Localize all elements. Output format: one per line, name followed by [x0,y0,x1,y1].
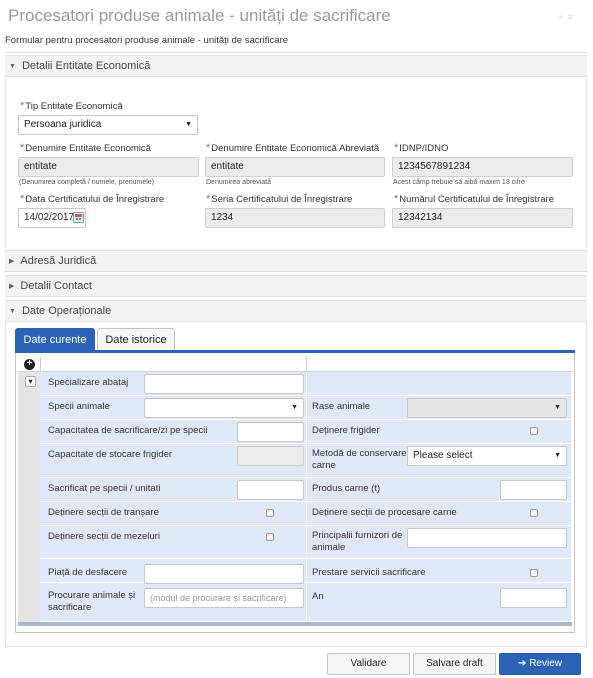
title-icons[interactable]: ✓ ≡ [558,12,573,23]
sectii-mezeluri-label: Deținere secții de mezeluri [48,531,160,542]
section-title: Date Operaționale [21,305,112,317]
dropdown-caret-icon: ▼ [185,121,192,128]
sectii-procesare-label: Deținere secții de procesare carne [312,507,457,518]
tip-entitate-value: Persoana juridica [24,119,102,130]
review-button[interactable]: ➔ Review [499,653,581,675]
metoda-conservare-label: Metodă de conservare carne [312,448,407,471]
grid-header [18,357,572,372]
detinere-frigider-checkbox[interactable] [530,427,538,435]
caret-down-icon: ▼ [9,308,16,315]
idno-hint: Acest câmp trebuie să aibă maxim 13 cifr… [393,179,525,186]
furnizori-label: Principalii furnizori de animale [312,530,403,553]
abreviata-hint: Denumirea abreviată [206,179,271,186]
produs-carne-input[interactable] [500,480,567,500]
caret-right-icon: ▶ [9,258,15,265]
an-label: An [312,591,324,602]
capacitate-sacrificare-label: Capacitatea de sacrificare/zi pe specii [48,425,208,436]
arrow-right-icon: ➔ [518,658,530,669]
dropdown-caret-icon: ▼ [554,404,561,411]
denumire-field[interactable]: entitate [18,157,199,177]
sectii-procesare-checkbox[interactable] [530,509,538,517]
abreviata-field[interactable]: entitate [205,157,385,177]
rase-label: Rase animale [312,401,371,412]
idno-label: *IDNP/IDNO [394,142,449,154]
dropdown-caret-icon: ▼ [554,452,561,459]
procurare-input[interactable]: (modul de procurare și sacrificare) [144,588,304,608]
numar-label: *Numărul Certificatului de Înregistrare [394,193,554,205]
tab-date-istorice[interactable]: Date istorice [97,328,175,351]
rase-select[interactable]: ▼ [407,398,567,418]
review-label: Review [529,658,562,669]
prestare-label: Prestare servicii sacrificare [312,567,426,578]
furnizori-input[interactable] [407,528,567,548]
section-contact-header[interactable]: ▶ Detalii Contact [5,275,587,297]
capacitate-stocare-input[interactable] [237,446,304,466]
divider [5,52,588,53]
grid-cell [307,372,572,396]
numar-field[interactable]: 12342134 [392,208,573,228]
specii-label: Specii animale [48,401,110,412]
caret-right-icon: ▶ [9,283,15,290]
validate-button[interactable]: Validare [327,653,410,675]
page-title: Procesatori produse animale - unități de… [8,6,391,25]
grid-divider [40,357,41,372]
data-certificat-label: *Data Certificatului de Înregistrare [20,193,165,205]
row-handle-column [18,372,40,622]
tab-date-curente[interactable]: Date curente [15,328,95,351]
procurare-placeholder: (modul de procurare și sacrificare) [150,593,287,603]
sectii-transare-label: Deținere secții de tranșare [48,507,159,518]
an-input[interactable] [500,588,567,608]
sacrificat-label: Sacrificat pe specii / unitati [48,483,161,494]
save-draft-button[interactable]: Salvare draft [413,653,496,675]
metoda-conservare-value: Please select [413,450,473,461]
section-title: Detalii Entitate Economică [21,60,151,72]
add-row-icon[interactable]: + [24,359,35,370]
specializare-input[interactable] [144,374,304,394]
grid-footer-bar [18,622,572,626]
piata-label: Piață de desfacere [48,567,128,578]
tip-entitate-select[interactable]: Persoana juridica ▼ [18,115,198,135]
data-grid: + ▾ Specializare abataj Specii animale ▼… [15,353,575,633]
calendar-icon[interactable] [73,212,84,223]
piata-input[interactable] [144,564,304,584]
data-certificat-value: 14/02/2017 [24,212,75,223]
page-subtitle: Formular pentru procesatori produse anim… [5,35,289,46]
seria-field[interactable]: 1234 [205,208,385,228]
section-title: Adresă Juridică [20,255,97,267]
capacitate-sacrificare-input[interactable] [237,422,304,442]
tip-entitate-label: *Tip Entitate Economică [20,100,123,112]
sectii-mezeluri-checkbox[interactable] [266,533,274,541]
sacrificat-input[interactable] [237,480,304,500]
dropdown-caret-icon: ▼ [291,404,298,411]
tabs: Date curente Date istorice [15,328,575,352]
produs-carne-label: Produs carne (t) [312,483,381,494]
section-operationale-header[interactable]: ▼ Date Operaționale [5,300,587,322]
capacitate-stocare-label: Capacitate de stocare frigider [48,449,173,460]
section-entitate-header[interactable]: ▼ Detalii Entitate Economică [5,55,587,77]
denumire-hint: (Denumirea completă / numele, prenumele) [19,179,155,186]
abreviata-label: *Denumire Entitate Economică Abreviată [206,142,380,154]
caret-down-icon: ▼ [9,63,16,70]
collapse-row-icon[interactable]: ▾ [25,376,36,387]
sectii-transare-checkbox[interactable] [266,509,274,517]
prestare-checkbox[interactable] [530,569,538,577]
idno-field[interactable]: 1234567891234 [392,157,573,177]
footer-divider [5,646,587,647]
specii-select[interactable]: ▼ [144,398,304,418]
specializare-label: Specializare abataj [48,377,129,388]
section-adresa-header[interactable]: ▶ Adresă Juridică [5,250,587,272]
denumire-label: *Denumire Entitate Economică [20,142,151,154]
section-title: Detalii Contact [20,280,92,292]
metoda-conservare-select[interactable]: Please select ▼ [407,446,567,466]
procurare-label: Procurare animale și sacrificare [48,590,136,613]
seria-label: *Seria Certificatului de Înregistrare [206,193,353,205]
detinere-frigider-label: Deținere frigider [312,425,380,436]
grid-divider [306,357,307,372]
